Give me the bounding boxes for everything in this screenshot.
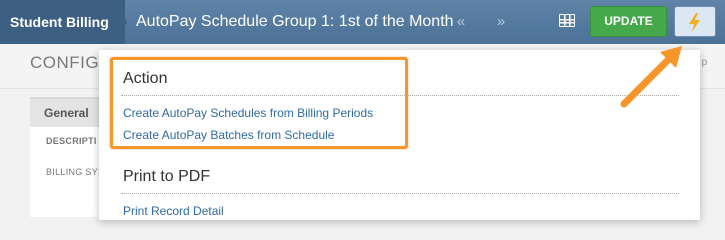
- menu-item-print-record-detail[interactable]: Print Record Detail: [123, 204, 224, 218]
- lightning-bolt-icon: [689, 13, 700, 32]
- divider: [121, 193, 679, 194]
- tab-general[interactable]: General: [30, 97, 110, 127]
- previous-record-icon[interactable]: «: [451, 12, 471, 32]
- actions-menu-button[interactable]: [674, 6, 716, 37]
- grid-icon[interactable]: [559, 14, 575, 27]
- module-title[interactable]: Student Billing: [0, 0, 125, 44]
- next-record-icon[interactable]: »: [491, 12, 511, 32]
- field-label-description: DESCRIPTI: [46, 136, 97, 146]
- print-section-heading: Print to PDF: [123, 168, 211, 185]
- breadcrumb-arrow: [115, 0, 127, 44]
- highlight-box: [110, 57, 408, 149]
- field-label-billing-system: BILLING SYS: [46, 167, 105, 177]
- annotation-arrow-icon: [620, 46, 682, 108]
- record-title: AutoPay Schedule Group 1: 1st of the Mon…: [136, 13, 454, 30]
- update-button[interactable]: UPDATE: [590, 6, 667, 37]
